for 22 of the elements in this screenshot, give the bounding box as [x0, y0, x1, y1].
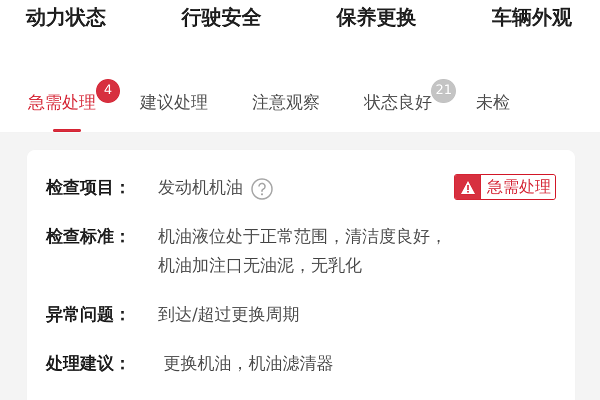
filter-tab[interactable]: 注意观察: [252, 90, 320, 132]
warning-icon: [460, 180, 476, 194]
field-label: 检查项目：: [46, 177, 132, 200]
count-badge: 4: [96, 78, 120, 102]
field-label: 检查标准：: [46, 226, 132, 249]
count-badge: 21: [431, 78, 456, 102]
filter-tab[interactable]: 状态良好: [364, 90, 432, 132]
filter-tab[interactable]: 急需处理: [28, 90, 96, 132]
field-value: 发动机机油: [158, 177, 243, 200]
category-tab[interactable]: 保养更换: [336, 2, 417, 32]
field-value: 到达/超过更换周期: [158, 304, 300, 327]
help-icon[interactable]: [251, 178, 273, 200]
field-value: 机油液位处于正常范围，清洁度良好， 机油加注口无油泥，无乳化: [158, 226, 447, 278]
field-value: 更换机油，机油滤清器: [162, 353, 334, 376]
field-label: 处理建议：: [46, 353, 132, 376]
category-tab[interactable]: 车辆外观: [492, 2, 572, 32]
status-tag: 急需处理: [454, 174, 556, 200]
field-label: 异常问题：: [46, 304, 132, 327]
filter-tab[interactable]: 建议处理: [140, 90, 208, 132]
category-tab[interactable]: 行驶安全: [181, 2, 262, 32]
filter-tab[interactable]: 未检: [476, 90, 510, 132]
category-tab[interactable]: 动力状态: [26, 2, 106, 32]
